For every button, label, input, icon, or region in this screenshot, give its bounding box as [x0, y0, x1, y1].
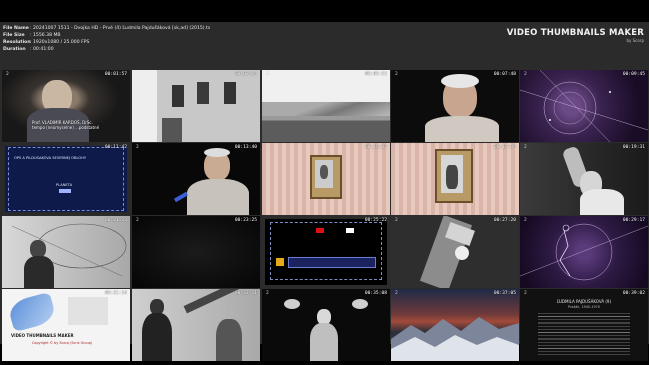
channel-tag: 2 [524, 291, 527, 296]
timestamp: 00:03:54 [234, 72, 257, 77]
channel-tag: 2 [524, 72, 527, 77]
thumbnail-2[interactable]: 00:03:54 [132, 70, 260, 142]
channel-tag: 2 [266, 145, 269, 150]
thumbnail-7[interactable]: 2 00:13:40 [132, 143, 260, 215]
timestamp: 00:05:51 [364, 72, 387, 77]
timestamp: 00:25:22 [364, 218, 387, 223]
channel-tag: 2 [395, 218, 398, 223]
thumbnail-9[interactable]: 2 00:17:34 [391, 143, 519, 215]
timestamp: 00:21:28 [104, 218, 127, 223]
timestamp: 00:19:31 [622, 145, 645, 150]
thumbnail-17[interactable]: 2 00:33:11 [132, 289, 260, 361]
channel-tag: 2 [136, 291, 139, 296]
file-name-row: File Name: 20241007 1511 - Dvojka HD - P… [3, 25, 210, 32]
file-size-row: File Size : 1556.38 MB [3, 32, 210, 39]
channel-tag: 2 [395, 72, 398, 77]
file-name-value: : 20241007 1511 - Dvojka HD - Prvé (4) Ľ… [30, 26, 211, 31]
timestamp: 00:09:45 [622, 72, 645, 77]
thumbnail-18[interactable]: 2 00:35:08 [262, 289, 390, 361]
screen-label: PLANETA [56, 183, 73, 187]
thumbnail-13[interactable]: 00:25:22 [262, 216, 390, 288]
caption-line-2: tempo (neúmyselne) ...podstatné [32, 125, 100, 130]
file-size-value: : 1556.38 MB [30, 33, 61, 38]
channel-tag: 2 [136, 145, 139, 150]
thumbnail-20[interactable]: ĽUDMILA PAJDUŠÁKOVÁ (9) Pražák, 1945-197… [520, 289, 648, 361]
screen-title: OPS A PILDUSAKOVA SEVERNEJ OBLOHY [14, 156, 87, 160]
thumbnail-3[interactable]: 2 00:05:51 [262, 70, 390, 142]
thumbnail-19[interactable]: 2 00:37:05 [391, 289, 519, 361]
thumbnail-4[interactable]: 2 00:07:48 [391, 70, 519, 142]
flag-icon [346, 228, 354, 233]
resolution-row: Resolution: 1920x1080 / 25.000 FPS [3, 39, 210, 46]
constellation-icon [520, 223, 648, 281]
thumbnail-5[interactable]: 2 00:09:45 [520, 70, 648, 142]
resolution-value: : 1920x1080 / 25.000 FPS [30, 40, 90, 45]
contact-sheet: File Name: 20241007 1511 - Dvojka HD - P… [0, 22, 649, 361]
timestamp: 00:13:40 [234, 145, 257, 150]
resolution-key: Resolution [3, 40, 31, 45]
channel-tag: 2 [524, 145, 527, 150]
credits-title: ĽUDMILA PAJDUŠÁKOVÁ (9) [556, 299, 612, 304]
timestamp: 00:31:14 [104, 291, 127, 296]
channel-tag: 2 [266, 291, 269, 296]
ship-icon [59, 189, 71, 193]
brand-title: VIDEO THUMBNAILS MAKER [506, 28, 644, 38]
channel-tag: 2 [266, 72, 269, 77]
channel-tag: 2 [6, 72, 9, 77]
timestamp: 00:37:05 [493, 291, 516, 296]
sky-map-icon [11, 223, 127, 277]
channel-tag: 2 [395, 291, 398, 296]
mountains-icon [391, 317, 519, 361]
channel-tag: 2 [395, 145, 398, 150]
planet-icon [352, 299, 368, 309]
thumbnail-11[interactable]: 2 00:21:28 [2, 216, 130, 288]
planet-icon [284, 299, 300, 309]
credits-subtitle: Pražák, 1945-1970 [568, 305, 600, 309]
thumbnail-15[interactable]: 2 00:29:17 [520, 216, 648, 288]
duration-key: Duration [3, 47, 26, 52]
thumbnail-10[interactable]: 2 00:19:31 [520, 143, 648, 215]
timestamp: 00:11:42 [104, 145, 127, 150]
timestamp: 00:07:48 [493, 72, 516, 77]
flag-icon [316, 228, 324, 233]
timestamp: 00:17:34 [493, 145, 516, 150]
thumbnail-6[interactable]: OPS A PILDUSAKOVA SEVERNEJ OBLOHY PLANET… [2, 143, 130, 215]
thumbnail-1[interactable]: Prof. VLADIMÍR KARDOŠ, DrSc. tempo (neúm… [2, 70, 130, 142]
timestamp: 00:01:57 [104, 72, 127, 77]
timestamp: 00:23:25 [234, 218, 257, 223]
badge-icon [276, 258, 284, 266]
thumbnail-16[interactable]: VIDEO THUMBNAILS MAKER Copyright © by Sc… [2, 289, 130, 361]
star-chart-icon [520, 70, 648, 142]
thumbnail-12[interactable]: 2 00:23:25 [132, 216, 260, 288]
thumbnail-14[interactable]: 2 00:27:20 [391, 216, 519, 288]
file-name-key: File Name [3, 26, 29, 31]
brand-subtitle: by Scorp [626, 38, 644, 43]
duration-value: : 00:41:00 [30, 47, 54, 52]
channel-tag: 2 [136, 218, 139, 223]
channel-tag: 2 [6, 218, 9, 223]
duration-row: Duration : 00:41:00 [3, 46, 210, 53]
file-size-key: File Size [3, 33, 25, 38]
timestamp: 00:39:02 [622, 291, 645, 296]
logo-title: VIDEO THUMBNAILS MAKER [11, 333, 74, 338]
logo-copyright: Copyright © by Scorp (Scriz Group) [32, 341, 93, 345]
timestamp: 00:27:20 [493, 218, 516, 223]
thumbnail-8[interactable]: 2 00:15:37 [262, 143, 390, 215]
timestamp: 00:15:37 [364, 145, 387, 150]
file-info: File Name: 20241007 1511 - Dvojka HD - P… [3, 25, 210, 53]
channel-tag: 2 [524, 218, 527, 223]
timestamp: 00:29:17 [622, 218, 645, 223]
thumbnail-grid: Prof. VLADIMÍR KARDOŠ, DrSc. tempo (neúm… [0, 69, 649, 361]
brand: VIDEO THUMBNAILS MAKER by Scorp [507, 28, 644, 43]
timestamp: 00:33:11 [234, 291, 257, 296]
timestamp: 00:35:08 [364, 291, 387, 296]
caption: Prof. VLADIMÍR KARDOŠ, DrSc. tempo (neúm… [32, 120, 112, 130]
